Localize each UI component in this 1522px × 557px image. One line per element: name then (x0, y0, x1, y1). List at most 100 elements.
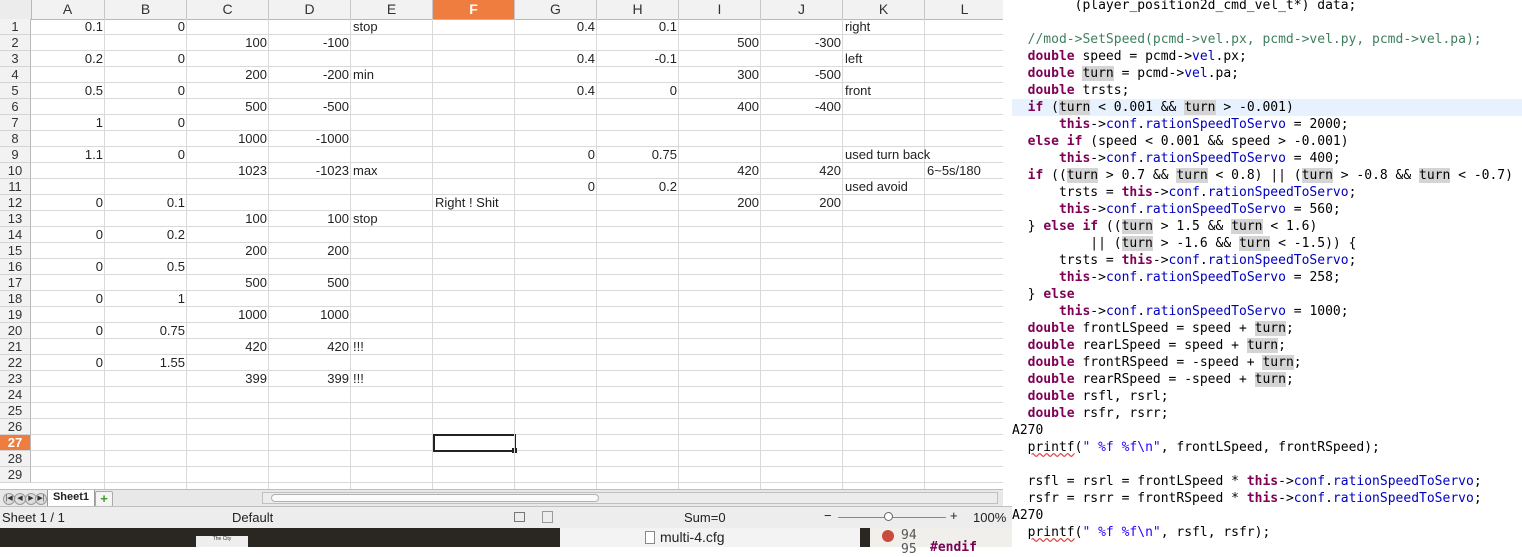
cell-g3[interactable]: 0.4 (515, 51, 597, 67)
cell-g11[interactable]: 0 (515, 179, 597, 195)
active-cell-cursor[interactable] (433, 434, 516, 452)
code-editor[interactable]: (player_position2d_cmd_vel_t*) data; //m… (1012, 0, 1522, 547)
insert-mode-icon[interactable] (514, 512, 525, 522)
cell-d21[interactable]: 420 (269, 339, 351, 355)
cell-j10[interactable]: 420 (761, 163, 843, 179)
cell-e4[interactable]: min (351, 67, 433, 83)
cell-b12[interactable]: 0.1 (105, 195, 187, 211)
cell-a20[interactable]: 0 (31, 323, 105, 339)
cell-a22[interactable]: 0 (31, 355, 105, 371)
code-line[interactable]: double rearLSpeed = speed + turn; (1012, 337, 1522, 354)
row-header-11[interactable]: 11 (0, 179, 31, 195)
row-header-2[interactable]: 2 (0, 35, 31, 51)
row-header-23[interactable]: 23 (0, 371, 31, 387)
row-header-29[interactable]: 29 (0, 467, 31, 483)
code-line[interactable]: trsts = this->conf.rationSpeedToServo; (1012, 252, 1522, 269)
code-line[interactable]: (player_position2d_cmd_vel_t*) data; (1012, 0, 1522, 14)
cell-b14[interactable]: 0.2 (105, 227, 187, 243)
cell-c23[interactable]: 399 (187, 371, 269, 387)
row-header-6[interactable]: 6 (0, 99, 31, 115)
row-header-26[interactable]: 26 (0, 419, 31, 435)
cell-h11[interactable]: 0.2 (597, 179, 679, 195)
cell-d6[interactable]: -500 (269, 99, 351, 115)
cell-c13[interactable]: 100 (187, 211, 269, 227)
cell-b5[interactable]: 0 (105, 83, 187, 99)
cell-a9[interactable]: 1.1 (31, 147, 105, 163)
column-header-h[interactable]: H (597, 0, 679, 19)
code-line[interactable]: double rsfr, rsrr; (1012, 405, 1522, 422)
cell-i10[interactable]: 420 (679, 163, 761, 179)
code-line[interactable]: || (turn > -1.6 && turn < -1.5)) { (1012, 235, 1522, 252)
row-header-12[interactable]: 12 (0, 195, 31, 211)
column-header-e[interactable]: E (351, 0, 433, 19)
code-line[interactable]: } else (1012, 286, 1522, 303)
cell-d23[interactable]: 399 (269, 371, 351, 387)
zoom-out-icon[interactable]: − (824, 508, 832, 523)
horizontal-scroll-thumb[interactable] (271, 494, 599, 502)
row-header-5[interactable]: 5 (0, 83, 31, 99)
code-line[interactable]: //mod->SetSpeed(pcmd->vel.px, pcmd->vel.… (1012, 31, 1522, 48)
column-header-k[interactable]: K (843, 0, 925, 19)
cell-h9[interactable]: 0.75 (597, 147, 679, 163)
code-line[interactable]: double trsts; (1012, 82, 1522, 99)
code-line[interactable] (1012, 14, 1522, 31)
row-header-9[interactable]: 9 (0, 147, 31, 163)
row-header-22[interactable]: 22 (0, 355, 31, 371)
cell-j12[interactable]: 200 (761, 195, 843, 211)
row-header-28[interactable]: 28 (0, 451, 31, 467)
zoom-slider-knob[interactable] (884, 512, 893, 521)
cell-d8[interactable]: -1000 (269, 131, 351, 147)
cell-c15[interactable]: 200 (187, 243, 269, 259)
cell-g1[interactable]: 0.4 (515, 19, 597, 35)
row-header-24[interactable]: 24 (0, 387, 31, 403)
cell-a16[interactable]: 0 (31, 259, 105, 275)
cell-a12[interactable]: 0 (31, 195, 105, 211)
cell-c4[interactable]: 200 (187, 67, 269, 83)
row-header-21[interactable]: 21 (0, 339, 31, 355)
row-header-15[interactable]: 15 (0, 243, 31, 259)
cell-h5[interactable]: 0 (597, 83, 679, 99)
cell-b20[interactable]: 0.75 (105, 323, 187, 339)
cell-a7[interactable]: 1 (31, 115, 105, 131)
code-line[interactable]: double frontLSpeed = speed + turn; (1012, 320, 1522, 337)
cell-d13[interactable]: 100 (269, 211, 351, 227)
row-header-27[interactable]: 27 (0, 435, 31, 451)
code-line[interactable]: double speed = pcmd->vel.px; (1012, 48, 1522, 65)
cell-i6[interactable]: 400 (679, 99, 761, 115)
cell-b16[interactable]: 0.5 (105, 259, 187, 275)
code-line[interactable]: A270 (1012, 422, 1522, 439)
cell-a3[interactable]: 0.2 (31, 51, 105, 67)
row-header-17[interactable]: 17 (0, 275, 31, 291)
cell-k11[interactable]: used avoid (843, 179, 925, 195)
column-header-c[interactable]: C (187, 0, 269, 19)
code-line[interactable]: double rsfl, rsrl; (1012, 388, 1522, 405)
cell-a14[interactable]: 0 (31, 227, 105, 243)
code-line[interactable]: this->conf.rationSpeedToServo = 2000; (1012, 116, 1522, 133)
select-all-corner[interactable] (0, 0, 32, 19)
code-line[interactable]: this->conf.rationSpeedToServo = 258; (1012, 269, 1522, 286)
cell-d15[interactable]: 200 (269, 243, 351, 259)
page-style[interactable]: Default (232, 510, 273, 525)
row-header-20[interactable]: 20 (0, 323, 31, 339)
cell-d19[interactable]: 1000 (269, 307, 351, 323)
cell-b18[interactable]: 1 (105, 291, 187, 307)
cell-j4[interactable]: -500 (761, 67, 843, 83)
cell-j2[interactable]: -300 (761, 35, 843, 51)
row-header-14[interactable]: 14 (0, 227, 31, 243)
horizontal-scrollbar[interactable] (262, 492, 998, 504)
row-header-19[interactable]: 19 (0, 307, 31, 323)
cell-b3[interactable]: 0 (105, 51, 187, 67)
error-marker-icon[interactable] (882, 530, 894, 542)
column-header-f[interactable]: F (433, 0, 515, 19)
cell-grid[interactable]: 0.1 0 stop 0.4 0.1 right 100 -100 500 -300 0.2 0 0.4… (31, 19, 1003, 489)
zoom-level[interactable]: 100% (973, 510, 1006, 525)
cell-h1[interactable]: 0.1 (597, 19, 679, 35)
cell-e1[interactable]: stop (351, 19, 433, 35)
cell-k1[interactable]: right (843, 19, 925, 35)
cell-g9[interactable]: 0 (515, 147, 597, 163)
row-header-3[interactable]: 3 (0, 51, 31, 67)
file-label[interactable]: multi-4.cfg (660, 529, 725, 545)
code-line[interactable]: else if (speed < 0.001 && speed > -0.001… (1012, 133, 1522, 150)
cell-b22[interactable]: 1.55 (105, 355, 187, 371)
row-header-8[interactable]: 8 (0, 131, 31, 147)
